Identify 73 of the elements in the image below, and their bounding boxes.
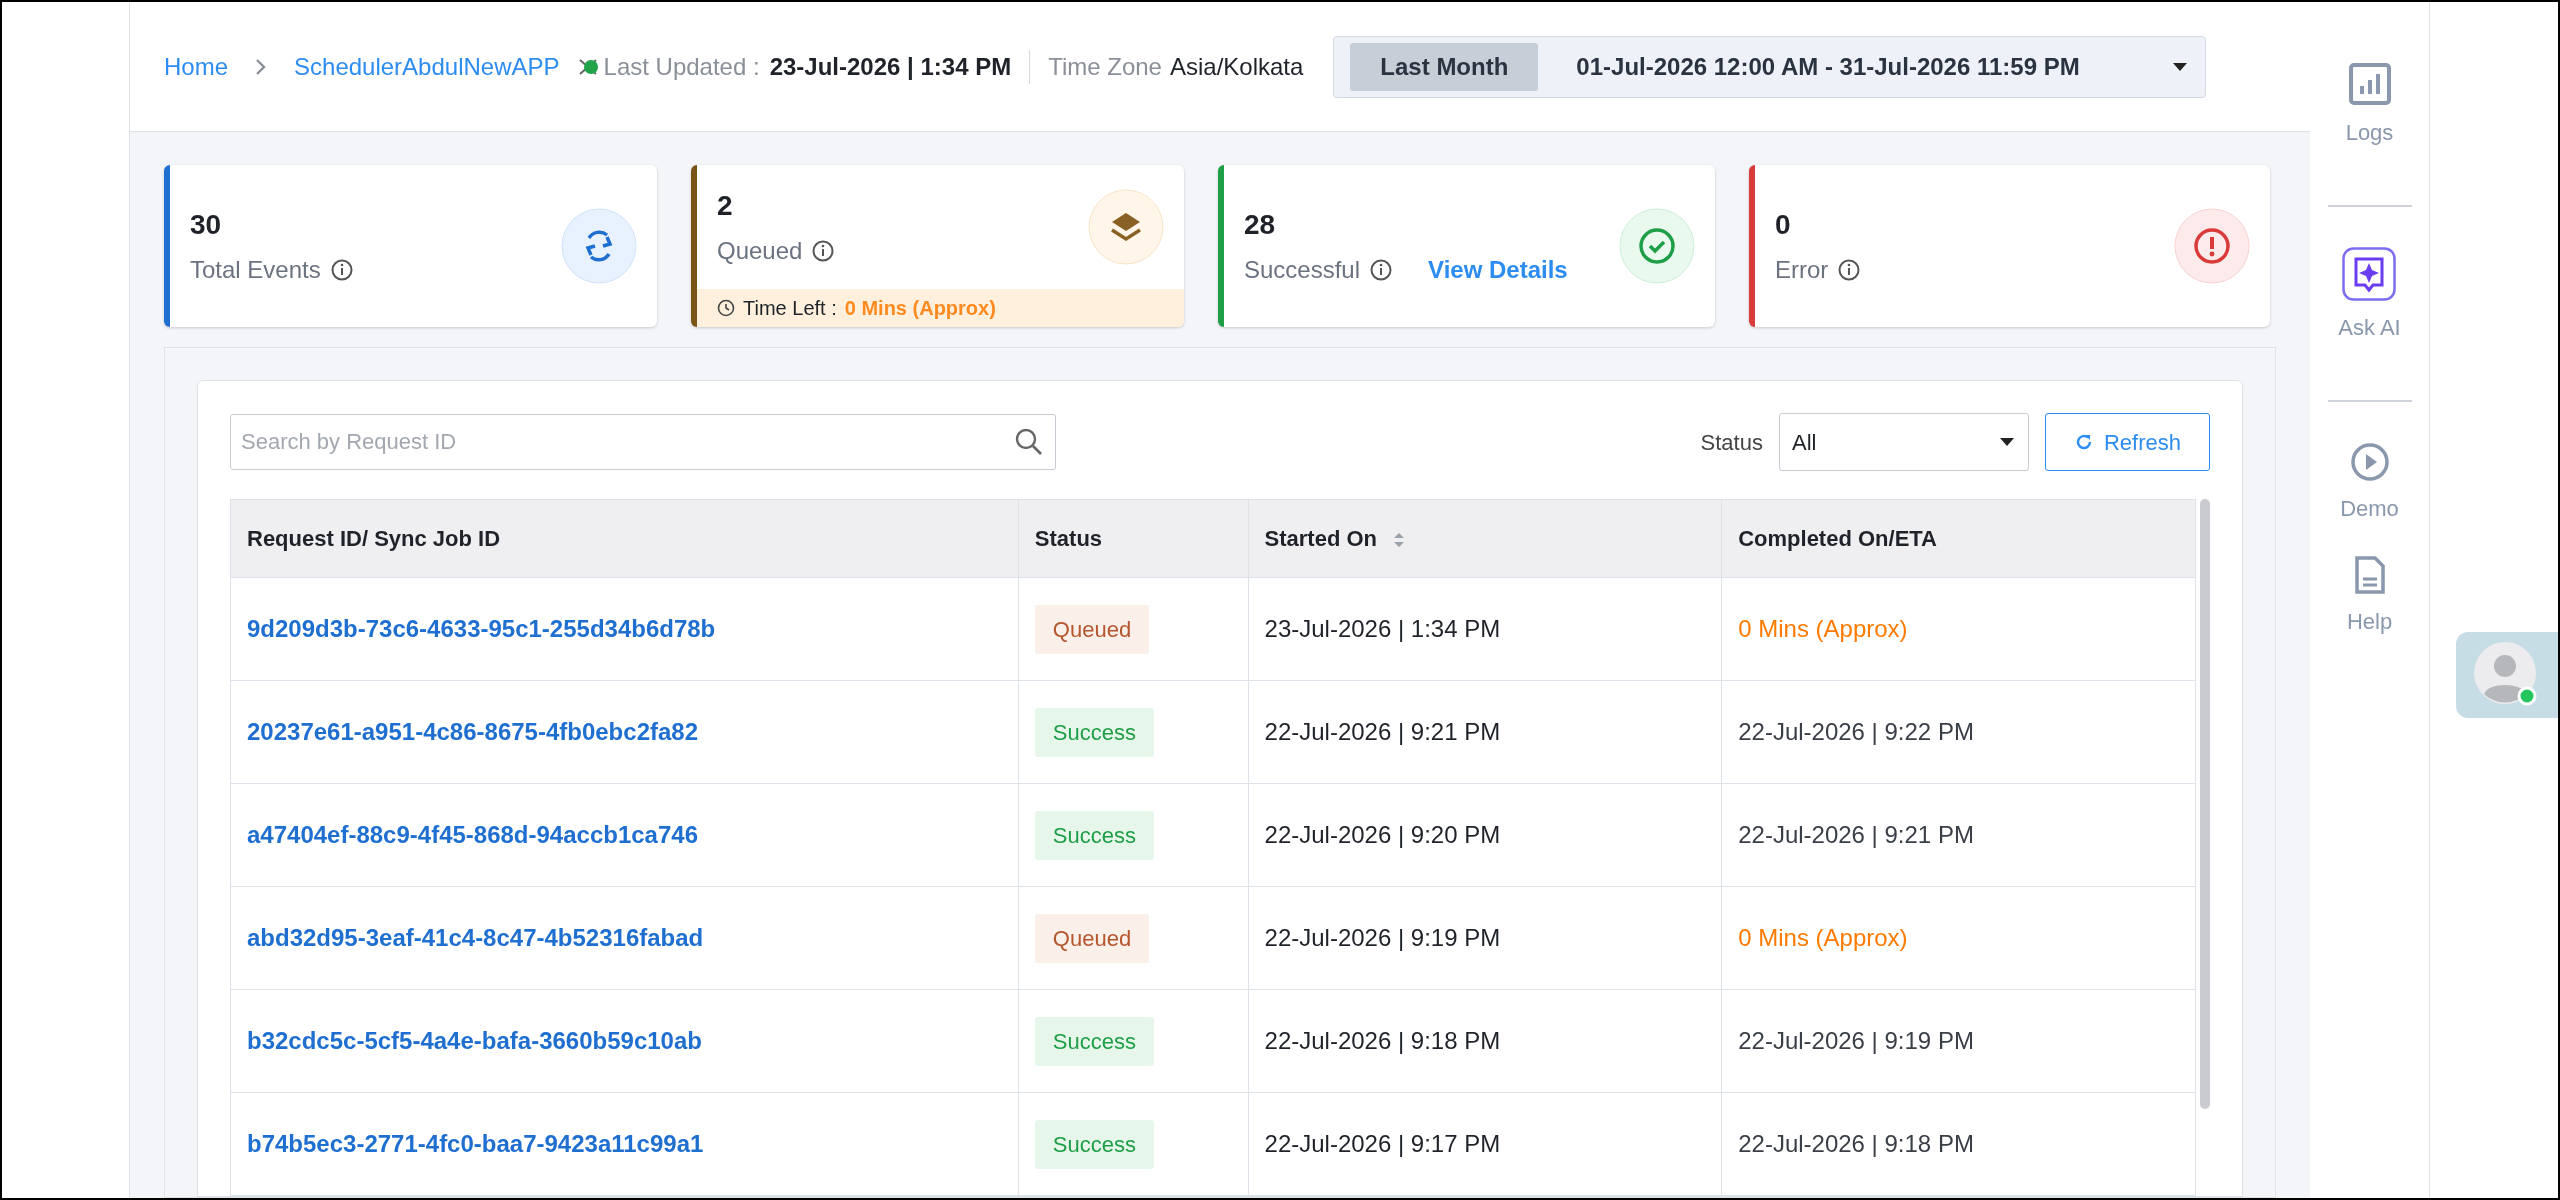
status-badge: Success <box>1034 1016 1154 1066</box>
document-icon <box>2353 555 2386 595</box>
layers-icon <box>1088 189 1164 265</box>
stat-value: 28 <box>1244 208 1277 242</box>
preset-chip[interactable]: Last Month <box>1350 42 1539 91</box>
play-circle-icon <box>2349 442 2390 482</box>
column-header[interactable]: Completed On/ETA <box>1721 499 2196 578</box>
column-header[interactable]: Started On <box>1248 499 1722 578</box>
table-cell: 22-Jul-2026 | 9:21 PM <box>1248 680 1722 784</box>
status-filter-label: Status <box>1700 428 1763 457</box>
column-header[interactable]: Request ID/ Sync Job ID <box>230 499 1019 578</box>
refresh-button[interactable]: Refresh <box>2044 413 2210 471</box>
table-cell: 22-Jul-2026 | 9:19 PM <box>1721 989 2196 1093</box>
scrollbar[interactable] <box>2200 499 2210 1109</box>
dropdown-caret-icon <box>2171 60 2190 73</box>
stat-value: 2 <box>717 189 734 223</box>
table-cell: 22-Jul-2026 | 9:18 PM <box>1721 1092 2196 1196</box>
stat-label: Error <box>1775 255 1829 285</box>
status-badge: Success <box>1034 810 1154 860</box>
request-id-link[interactable]: 20237e61-a951-4c86-8675-4fb0ebc2fa82 <box>247 718 698 745</box>
info-icon[interactable] <box>812 240 835 262</box>
sparkle-chat-icon <box>2342 247 2397 301</box>
sync-icon <box>561 208 637 284</box>
search-field[interactable]: Search by Request ID <box>230 414 1056 470</box>
stat-label: Total Events <box>190 255 321 285</box>
time-left-label: Time Left : <box>743 296 837 321</box>
request-id-link[interactable]: 9d209d3b-73c6-4633-95c1-255d34b6d78b <box>247 615 716 642</box>
bar-chart-icon <box>2347 62 2392 106</box>
info-icon[interactable] <box>330 259 353 281</box>
sidebar-button[interactable]: Logs <box>2345 62 2394 149</box>
check-circle-icon <box>1619 208 1695 284</box>
request-id-link[interactable]: a47404ef-88c9-4f45-868d-94accb1ca746 <box>247 821 698 848</box>
timezone-value: Asia/Kolkata <box>1169 51 1304 82</box>
date-range-picker[interactable]: Last Month 01-Jul-2026 12:00 AM - 31-Jul-2026 11:59 PM <box>1333 35 2207 98</box>
table-cell: 22-Jul-2026 | 9:20 PM <box>1248 783 1722 887</box>
request-id-link[interactable]: abd32d95-3eaf-41c4-8c47-4b52316fabad <box>247 924 704 951</box>
table-cell: 22-Jul-2026 | 9:19 PM <box>1248 886 1722 990</box>
info-icon[interactable] <box>1838 259 1861 281</box>
request-id-link[interactable]: b74b5ec3-2771-4fc0-baa7-9423a11c99a1 <box>247 1130 704 1157</box>
table-cell: 22-Jul-2026 | 9:18 PM <box>1248 989 1722 1093</box>
column-header[interactable]: Status <box>1018 499 1249 578</box>
table-cell: 22-Jul-2026 | 9:21 PM <box>1721 783 2196 887</box>
stat-value: 0 <box>1775 208 1792 242</box>
table-cell: 0 Mins (Approx) <box>1721 886 2196 990</box>
clock-icon <box>717 299 735 317</box>
status-badge: Queued <box>1034 604 1150 654</box>
sidebar-button[interactable]: Demo <box>2340 442 2399 525</box>
sidebar-button[interactable]: Ask AI <box>2338 247 2401 344</box>
last-updated-time: 23-Jul-2026 | 1:34 PM <box>769 51 1012 82</box>
stat-label: Successful <box>1244 255 1361 285</box>
status-badge: Queued <box>1034 913 1150 963</box>
timezone-label: Time Zone <box>1048 51 1162 82</box>
search-icon[interactable] <box>1014 427 1044 457</box>
view-details-link[interactable]: View Details <box>1428 252 1568 288</box>
alert-icon <box>2174 208 2250 284</box>
table-cell: 22-Jul-2026 | 9:17 PM <box>1248 1092 1722 1196</box>
status-dropdown[interactable]: All <box>1778 413 2029 471</box>
status-badge: Success <box>1034 1119 1154 1169</box>
table-cell: 0 Mins (Approx) <box>1721 577 2196 681</box>
dropdown-caret-icon <box>1997 436 2016 448</box>
request-id-link[interactable]: b32cdc5c-5cf5-4a4e-bafa-3660b59c10ab <box>247 1027 702 1054</box>
stat-value: 30 <box>190 208 223 242</box>
time-left-value: 0 Mins (Approx) <box>844 296 996 321</box>
status-badge: Success <box>1034 707 1154 757</box>
table-cell: 22-Jul-2026 | 9:22 PM <box>1721 680 2196 784</box>
stat-label: Queued <box>717 236 803 266</box>
table-cell: 23-Jul-2026 | 1:34 PM <box>1248 577 1722 681</box>
last-updated-label: Last Updated : <box>603 51 760 82</box>
breadcrumb-link[interactable]: SchedulerAbdulNewAPP <box>294 48 560 85</box>
date-range-text: 01-Jul-2026 12:00 AM - 31-Jul-2026 11:59 PM <box>1576 51 2080 82</box>
breadcrumb-link[interactable]: Home <box>164 48 229 85</box>
sidebar-button[interactable]: Help <box>2346 555 2393 638</box>
info-icon[interactable] <box>1370 259 1393 281</box>
